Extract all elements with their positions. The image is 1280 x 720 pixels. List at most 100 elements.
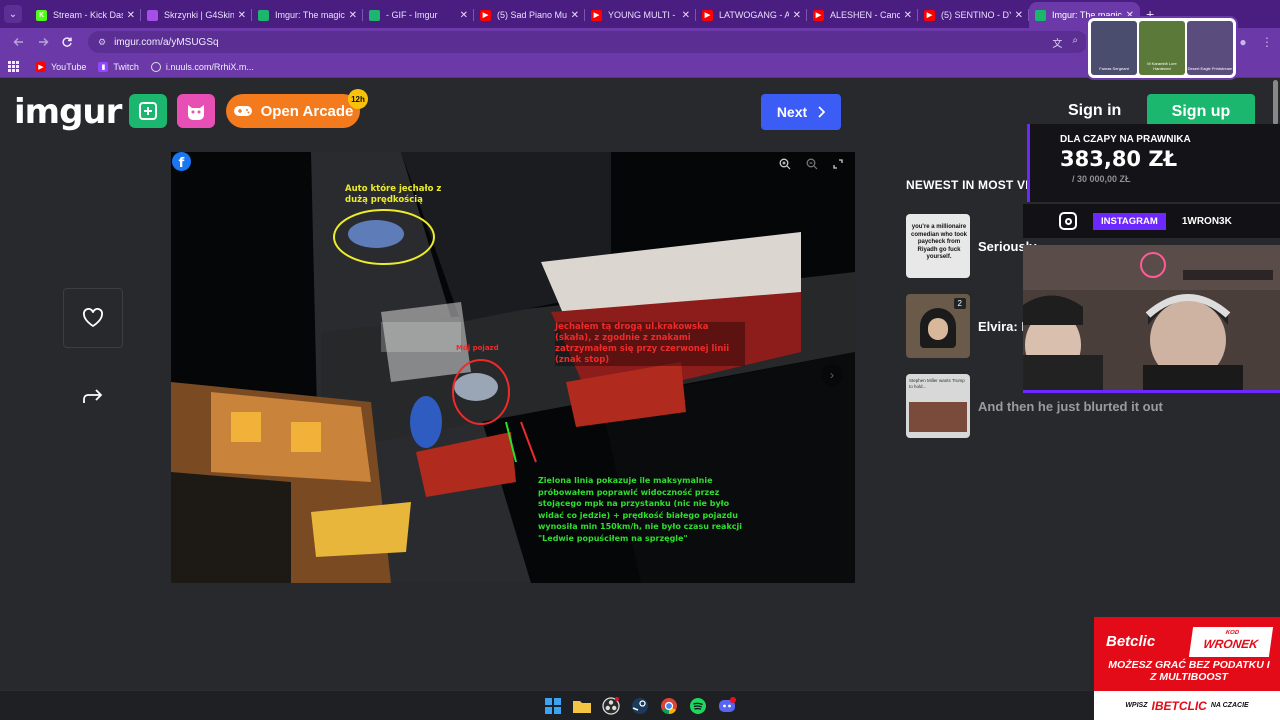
tab-title: LATWOGANG - A (719, 10, 789, 20)
feed-item[interactable]: you're a millionaire comedian who took p… (906, 214, 1037, 278)
obs-icon[interactable] (602, 696, 620, 715)
sign-in-link[interactable]: Sign in (1068, 102, 1121, 120)
feed-item[interactable]: 2 Elvira: I (906, 294, 1025, 358)
imgur-icon (258, 9, 269, 21)
windows-taskbar (0, 690, 1280, 720)
close-tab-icon[interactable]: ✕ (238, 10, 246, 21)
arrow-right-icon (39, 38, 49, 46)
arrow-left-icon (13, 38, 23, 46)
apps-grid-icon[interactable] (8, 60, 20, 73)
close-tab-icon[interactable]: ✕ (127, 10, 135, 21)
imgur-icon (1035, 9, 1046, 21)
tab-title: Imgur: The magic (275, 10, 345, 20)
translate-icon[interactable]: 文 (1052, 35, 1062, 50)
annotation-red: Jechałem tą drogą ul.krakowska (skała), … (555, 322, 745, 366)
tab-title: ALESHEN - Cance (830, 10, 900, 20)
open-arcade-button[interactable]: Open Arcade (226, 94, 360, 128)
close-tab-icon[interactable]: ✕ (1015, 10, 1023, 21)
heart-icon (83, 308, 103, 328)
plus-square-icon (139, 102, 157, 120)
browser-tab[interactable]: ▶ YOUNG MULTI - C ✕ (585, 2, 696, 28)
bookmark-youtube[interactable]: ▶ YouTube (36, 61, 86, 72)
facebook-icon[interactable]: f (172, 152, 191, 171)
betclic-ad-overlay: Betclic KOD WRONEK MOŻESZ GRAĆ BEZ PODAT… (1094, 617, 1280, 720)
globe-icon (150, 61, 161, 72)
annotation-yellow: Auto które jechało z dużą prędkością (345, 184, 442, 205)
betclic-code-box: KOD WRONEK (1188, 627, 1274, 657)
meme-generator-button[interactable] (177, 94, 215, 128)
close-tab-icon[interactable]: ✕ (793, 10, 801, 21)
bookmark-twitch[interactable]: ▮ Twitch (98, 61, 139, 72)
site-info-icon[interactable]: ⚙ (98, 37, 106, 48)
betclic-promo-text: MOŻESZ GRAĆ BEZ PODATKU I Z MULTIBOOST (1108, 659, 1270, 683)
scrollbar-thumb[interactable] (1273, 80, 1278, 125)
zoom-icon[interactable]: ⌕ (1072, 35, 1078, 50)
fullscreen-icon[interactable] (829, 155, 847, 173)
imgur-logo[interactable]: imgur (14, 92, 122, 132)
browser-tab[interactable]: ▶ (5) Sad Piano Mu ✕ (474, 2, 585, 28)
tab-strip: K Stream - Kick Das ✕ Skrzynki | G4Skins ✕ Im… (30, 0, 1140, 28)
feed-thumbnail: Stephen Miller wants Trump to hold... (906, 374, 970, 438)
zoom-out-icon[interactable] (803, 155, 821, 173)
tab-search-button[interactable]: ⌄ (4, 5, 22, 23)
close-tab-icon[interactable]: ✕ (904, 10, 912, 21)
donation-amount: 383,80 ZŁ (1060, 147, 1178, 171)
feed-item-title: Elvira: I (978, 318, 1025, 334)
file-explorer-icon[interactable] (573, 697, 591, 715)
tab-title: Skrzynki | G4Skins (164, 10, 234, 20)
share-button[interactable] (80, 384, 106, 410)
browser-tab[interactable]: - GIF - Imgur ✕ (363, 2, 474, 28)
youtube-icon: ▶ (813, 9, 824, 21)
next-post-button[interactable]: Next (761, 94, 841, 130)
browser-tab[interactable]: K Stream - Kick Das ✕ (30, 2, 141, 28)
share-arrow-icon (83, 389, 103, 403)
tab-title: - GIF - Imgur (386, 10, 438, 20)
favorite-button[interactable] (63, 288, 123, 348)
chevron-right-icon (818, 106, 826, 118)
bookmark-nuuls[interactable]: i.nuuls.com/RrhiX.m... (150, 61, 254, 72)
menu-kebab-icon[interactable]: ⋮ (1256, 31, 1278, 53)
image-next-arrow-icon[interactable]: › (821, 364, 843, 386)
skin-card: M Karambit Lore Hardened (1139, 21, 1185, 75)
post-image[interactable] (171, 152, 855, 583)
forward-button[interactable] (32, 31, 54, 53)
reload-icon (62, 37, 72, 47)
close-tab-icon[interactable]: ✕ (682, 10, 690, 21)
close-tab-icon[interactable]: ✕ (460, 10, 468, 21)
windows-start-icon[interactable] (544, 697, 562, 715)
chrome-icon[interactable] (660, 697, 678, 715)
skin-card: Famas Sergeant (1091, 21, 1137, 75)
browser-tab[interactable]: Imgur: The magic ✕ (252, 2, 363, 28)
webcam-overlay (1023, 245, 1280, 393)
close-tab-icon[interactable]: ✕ (571, 10, 579, 21)
arcade-timer-badge: 12h (348, 89, 368, 109)
gamepad-icon (233, 106, 252, 116)
close-tab-icon[interactable]: ✕ (349, 10, 357, 21)
browser-tab[interactable]: Skrzynki | G4Skins ✕ (141, 2, 252, 28)
social-platform-badge: INSTAGRAM (1093, 212, 1166, 230)
address-bar-url: imgur.com/a/yMSUGSq (114, 36, 219, 48)
imgur-icon (369, 9, 380, 21)
tab-title: (5) Sad Piano Mu (497, 10, 567, 20)
new-post-button[interactable] (129, 94, 167, 128)
discord-icon[interactable] (718, 696, 736, 715)
browser-tab[interactable]: ▶ LATWOGANG - A ✕ (696, 2, 807, 28)
cat-face-icon (188, 105, 204, 120)
feed-thumbnail: 2 (906, 294, 970, 358)
tab-title: YOUNG MULTI - C (608, 10, 678, 20)
browser-tab[interactable]: ▶ (5) SENTINO - DY ✕ (918, 2, 1029, 28)
browser-tab[interactable]: ▶ ALESHEN - Cance ✕ (807, 2, 918, 28)
steam-icon[interactable] (631, 697, 649, 715)
address-bar[interactable]: ⚙ imgur.com/a/yMSUGSq 文 ⌕ (88, 31, 1088, 53)
donation-goal-overlay: DLA CZAPY NA PRAWNIKA 383,80 ZŁ / 30 000… (1027, 124, 1280, 202)
reload-button[interactable] (56, 31, 78, 53)
back-button[interactable] (8, 31, 30, 53)
tab-title: Stream - Kick Das (53, 10, 123, 20)
youtube-icon: ▶ (36, 61, 46, 72)
youtube-icon: ▶ (924, 9, 935, 21)
betclic-logo: Betclic (1106, 633, 1156, 650)
zoom-in-icon[interactable] (776, 155, 794, 173)
donation-goal-title: DLA CZAPY NA PRAWNIKA (1060, 134, 1191, 145)
crash-scene-photo (171, 152, 855, 583)
spotify-icon[interactable] (689, 697, 707, 715)
